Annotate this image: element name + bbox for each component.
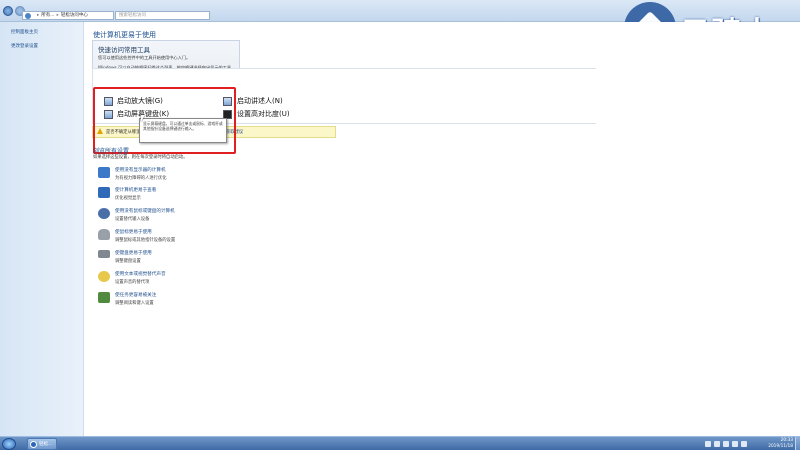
control-panel-icon [30,441,37,448]
monitor-icon [98,167,110,178]
quick-access-desc-1: 您可以使用这些控件中的工具开始使用中心入门。 [98,55,191,60]
clock[interactable]: 20:33 2019/11/18 [768,438,793,449]
taskbar-window-button[interactable]: 轻松... [27,438,57,450]
list-item-focus-tasks[interactable]: 使任务更容易被关注 [115,292,156,298]
list-item-desc: 设置声音的替代项 [115,280,150,285]
list-item-desc: 设置替代输入设备 [115,217,150,222]
list-item-desc: 调整键盘设置 [115,259,141,264]
list-item-keyboard-easier[interactable]: 使键盘更易于使用 [115,250,152,256]
list-item-no-display[interactable]: 使用没有显示器的计算机 [115,167,166,173]
sidebar-item-control-panel-home[interactable]: 控制面板主页 [11,29,38,35]
breadcrumb-ease-of-access[interactable]: 轻松访问中心 [61,13,88,18]
list-item-easier-to-see[interactable]: 使计算机更易于查看 [115,187,156,193]
volume-icon[interactable] [732,441,738,447]
speech-icon [98,271,110,282]
taskbar-window-label: 轻松... [39,442,53,447]
list-item-desc: 优化视觉显示 [115,196,141,201]
list-item-mouse-easier[interactable]: 使鼠标更易于使用 [115,229,152,235]
keyboard-icon [98,250,110,258]
list-item-desc: 调整鼠标或其他指针设备的设置 [115,238,176,243]
breadcrumb-all[interactable]: 所有... [41,13,54,18]
back-button[interactable] [3,6,13,16]
taskbar: 轻松... 20:33 2019/11/18 [0,436,800,450]
start-button-icon[interactable] [2,438,16,450]
start-narrator-button[interactable]: 启动讲述人(N) [237,96,283,106]
sidebar-item-change-login[interactable]: 更改登录设置 [11,43,38,49]
flag-icon[interactable] [723,441,729,447]
network-icon[interactable] [714,441,720,447]
list-item-sound-alternatives[interactable]: 使用文本或视觉替代声音 [115,271,166,277]
explore-settings-subtitle: 如果选择这些设置，则在每次登录时将自动启动。 [93,155,188,160]
quick-access-title: 快速访问常用工具 [98,46,150,54]
page-title: 使计算机更易于使用 [93,31,156,39]
show-desktop-button[interactable] [795,437,800,450]
person-icon [98,208,110,219]
highlight-annotation [93,87,236,154]
list-item-desc: 为有视力障碍的人进行优化 [115,176,167,181]
task-icon [98,292,110,303]
sidebar: 控制面板主页 更改登录设置 [0,22,84,436]
mouse-icon [98,229,110,240]
list-item-desc: 调整阅读和键入设置 [115,301,154,306]
keyboard-tray-icon[interactable] [705,441,711,447]
address-bar[interactable]: ▸ 所有... ▸ 轻松访问中心 [22,11,114,20]
clock-date: 2019/11/18 [768,443,793,449]
search-input[interactable]: 搜索轻松访问 [115,11,210,20]
list-item-no-mouse-keyboard[interactable]: 使用没有鼠标或键盘的计算机 [115,208,175,214]
quick-actions-area-right [236,68,596,124]
screen-icon [98,187,110,198]
control-panel-icon [25,13,31,19]
set-high-contrast-button[interactable]: 设置高对比度(U) [237,109,290,119]
battery-icon[interactable] [741,441,747,447]
